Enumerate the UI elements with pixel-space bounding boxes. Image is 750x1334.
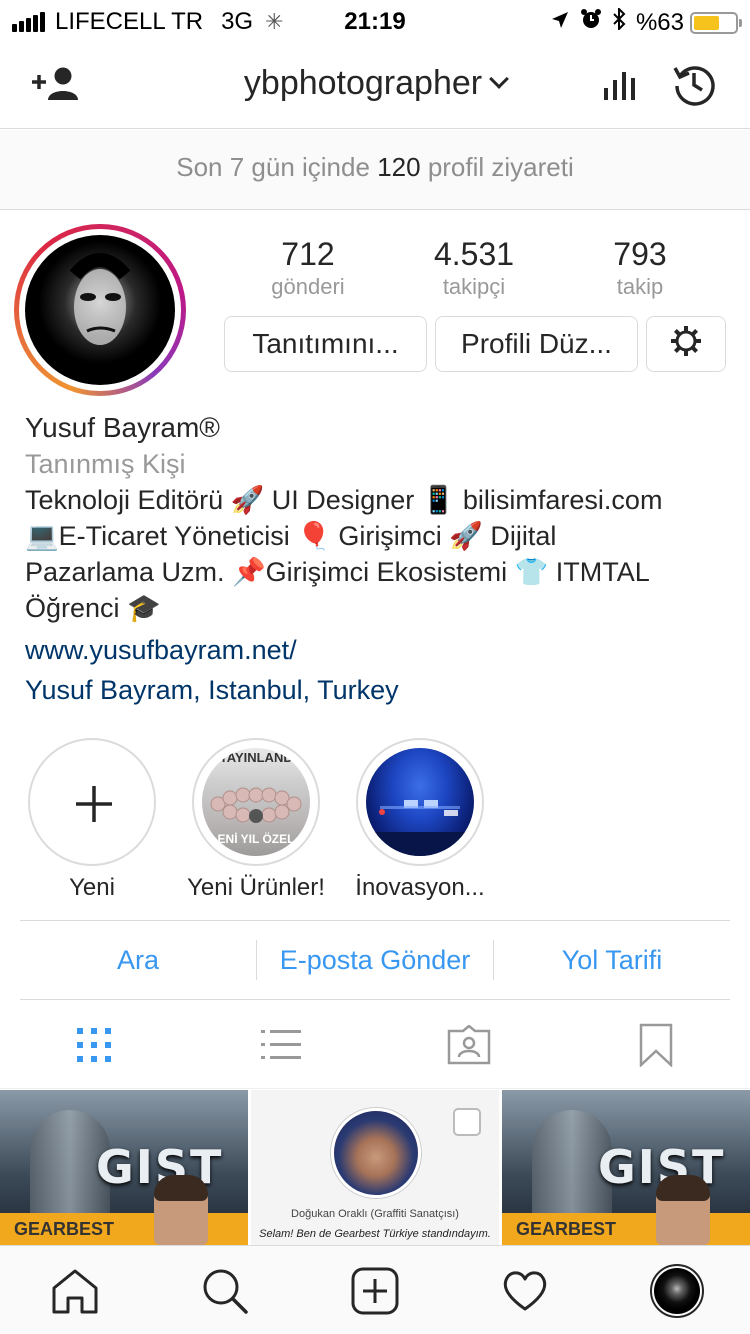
profile-tab[interactable] [648,1262,706,1320]
heart-icon [503,1271,547,1311]
tab-saved[interactable] [563,1001,750,1088]
profile-avatar[interactable] [14,224,186,396]
location-link[interactable]: Yusuf Bayram, Istanbul, Turkey [25,670,735,710]
edit-profile-button[interactable]: Profili Düz... [435,316,638,372]
bio-text: Teknoloji Editörü 🚀 UI Designer 📱 bilisi… [25,485,663,623]
profile-visits-banner[interactable]: Son 7 gün içinde 120 profil ziyareti [0,130,750,210]
profile-stats: 712 gönderi 4.531 takipçi 793 takip [225,234,725,300]
following-count: 793 [613,236,667,272]
followers-count: 4.531 [433,236,515,272]
username-title: ybphotographer [243,64,483,102]
promote-button[interactable]: Tanıtımını... [224,316,427,372]
person-image [154,1175,208,1245]
insights-icon[interactable] [602,66,636,107]
profile-bio: Yusuf Bayram® Tanınmış Kişi Teknoloji Ed… [25,410,735,710]
highlight-inovasyon[interactable]: İnovasyon... [355,738,485,902]
archive-clock-icon[interactable] [672,62,716,111]
directions-button[interactable]: Yol Tarifi [494,945,730,976]
post-thumbnail[interactable]: GIST GEARBEST [0,1090,248,1245]
highlight-overlay-top: YAYINLAND [219,750,293,765]
visits-count: 120 [377,152,421,182]
caption-role: (Graffiti Sanatçısı) [370,1208,459,1220]
gear-icon [669,324,703,365]
activity-tab[interactable] [500,1266,550,1316]
post-caption-name: Doğukan Oraklı (Graffiti Sanatçısı) [251,1208,499,1220]
bluetooth-icon [612,6,626,37]
highlight-label: Yeni Ürünler! [187,874,325,901]
stage-photo [366,748,474,856]
status-bar: LIFECELL TR 3G ✳ 21:19 %63 [0,0,750,40]
email-button[interactable]: E-posta Gönder [257,945,493,976]
add-post-icon [351,1267,399,1315]
bottom-tab-bar [0,1245,750,1334]
followers-stat[interactable]: 4.531 takipçi [391,234,557,300]
grid-icon [76,1027,111,1062]
chevron-down-icon [489,69,509,89]
caption-name: Doğukan Oraklı [291,1208,368,1220]
following-stat[interactable]: 793 takip [557,234,723,300]
list-icon [261,1029,302,1059]
posts-count: 712 [281,236,335,272]
posts-stat[interactable]: 712 gönderi [225,234,391,300]
battery-icon [690,11,742,34]
bracelet-photo: YAYINLAND ENİ YIL ÖZEL [202,748,310,856]
profile-category: Tanınmış Kişi [25,449,186,479]
account-switcher[interactable]: ybphotographer [0,64,750,103]
highlight-label: İnovasyon... [355,874,485,901]
visits-suffix: profil ziyareti [427,152,574,182]
profile-tab-avatar [650,1264,704,1318]
tagged-person-icon [447,1024,490,1064]
avatar-photo [25,235,175,385]
highlight-circle [356,738,484,866]
following-label: takip [616,274,664,299]
battery-percent: %63 [635,8,684,36]
highlight-new[interactable]: Yeni [28,738,156,902]
settings-button[interactable] [646,316,726,372]
post-thumbnail[interactable]: GIST GEARBEST [502,1090,750,1245]
followers-label: takipçi [442,274,506,299]
home-icon [52,1269,98,1314]
post-thumbnail[interactable]: Doğukan Oraklı (Graffiti Sanatçısı) Sela… [251,1090,499,1245]
contact-bar: Ara E-posta Gönder Yol Tarifi [20,920,730,1000]
profile-tabs [0,1001,750,1089]
profile-name: Yusuf Bayram® [25,412,220,443]
post-banner-text: GEARBEST [516,1219,617,1239]
new-post-tab[interactable] [350,1266,400,1316]
search-icon [203,1269,248,1314]
website-link[interactable]: www.yusufbayram.net/ [25,630,735,670]
new-highlight-circle [28,738,156,866]
tab-tagged[interactable] [375,1001,563,1088]
posts-grid: GIST GEARBEST Doğukan Oraklı (Graffiti S… [0,1090,750,1245]
home-tab[interactable] [50,1266,100,1316]
person-image [656,1175,710,1245]
highlight-yeni-urunler[interactable]: YAYINLAND ENİ YIL ÖZEL Yeni Ürünler! [187,738,325,902]
tab-list[interactable] [188,1001,376,1088]
posts-label: gönderi [271,274,345,299]
post-caption-text: Selam! Ben de Gearbest Türkiye standında… [259,1228,491,1240]
tab-grid[interactable] [0,1001,188,1088]
highlight-circle: YAYINLAND ENİ YIL ÖZEL [192,738,320,866]
person-photo [331,1108,421,1198]
multi-photo-icon [453,1108,481,1136]
alarm-icon [580,8,602,37]
highlight-label: Yeni [69,874,115,901]
search-tab[interactable] [200,1266,250,1316]
visits-prefix: Son 7 gün içinde [176,152,370,182]
bookmark-icon [640,1023,673,1067]
call-button[interactable]: Ara [20,945,256,976]
top-navigation: ybphotographer [0,40,750,129]
post-banner-text: GEARBEST [14,1219,115,1239]
post-banner: GEARBEST [0,1213,248,1245]
post-banner: GEARBEST [502,1213,750,1245]
location-icon [550,9,570,37]
plus-icon [76,786,112,822]
highlight-overlay-bottom: ENİ YIL ÖZEL [217,832,295,846]
